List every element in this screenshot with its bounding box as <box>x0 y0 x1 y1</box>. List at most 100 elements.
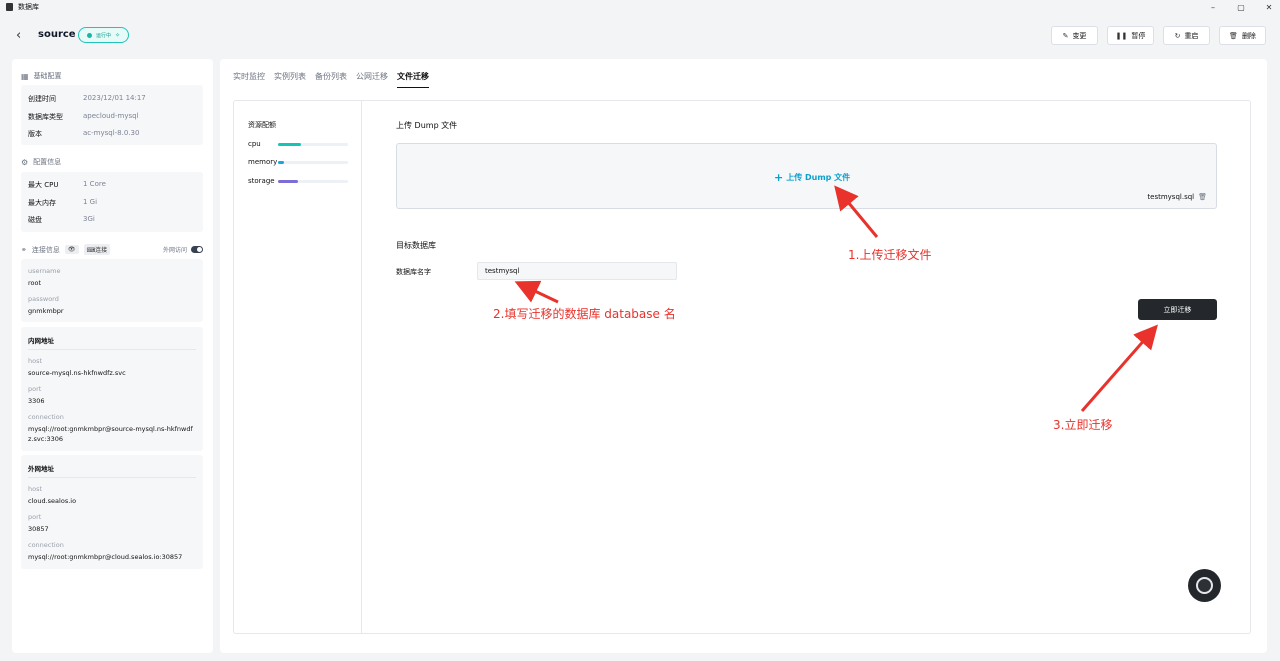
basic-config-label: 基础配置 <box>33 72 62 80</box>
connect-button[interactable]: ⌨连接 <box>83 244 111 255</box>
external-access-label: 外网访问 <box>162 247 187 254</box>
migrate-now-button[interactable]: 立即迁移 <box>1138 299 1217 320</box>
maximize-icon[interactable]: ▢ <box>1236 3 1246 12</box>
window-controls: – ▢ ✕ <box>1208 0 1274 14</box>
sparkle-icon: ✧ <box>115 31 121 39</box>
upload-dropzone[interactable]: + 上传 Dump 文件 testmysql.sql 🗑 <box>396 143 1217 209</box>
divider <box>28 349 196 350</box>
info-row: 最大内存 1 Gi <box>28 198 97 208</box>
resource-row-cpu: cpu <box>248 139 352 149</box>
resource-bar <box>278 160 348 164</box>
edit-icon: ✎ <box>1062 31 1069 40</box>
database-icon <box>6 3 13 11</box>
database-name-label: 数据库名字 <box>396 268 431 276</box>
tab-realtime-monitor[interactable]: 实时监控 <box>233 71 265 88</box>
internal-address-title: 内网地址 <box>28 337 54 345</box>
info-value: ac-mysql-8.0.30 <box>83 129 140 137</box>
gear-icon: ⚙ <box>21 157 29 167</box>
tab-file-migration[interactable]: 文件迁移 <box>397 71 429 88</box>
main-panel: 实时监控 实例列表 备份列表 公网迁移 文件迁移 资源配额 cpu memory… <box>220 59 1267 653</box>
info-key: 版本 <box>28 130 42 138</box>
delete-file-icon[interactable]: 🗑 <box>1198 193 1207 201</box>
info-row: 创建时间 2023/12/01 14:17 <box>28 94 146 104</box>
annotation-step1: 1.上传迁移文件 <box>848 248 932 262</box>
update-button[interactable]: ✎ 变更 <box>1051 26 1098 45</box>
delete-button-label: 删除 <box>1241 31 1256 40</box>
cred-value: 3306 <box>28 397 45 405</box>
info-value: 2023/12/01 14:17 <box>83 94 146 102</box>
action-bar: ✎ 变更 ❚❚ 暂停 ↻ 重启 🗑 删除 <box>1051 26 1266 45</box>
info-key: 数据库类型 <box>28 113 63 121</box>
resource-label: cpu <box>248 140 261 148</box>
info-value: 1 Gi <box>83 198 98 206</box>
config-info-box: 最大 CPU 1 Core 最大内存 1 Gi 磁盘 3Gi <box>21 172 203 232</box>
resource-bar-fill <box>278 160 284 164</box>
pause-icon: ❚❚ <box>1115 31 1128 40</box>
cred-value: root <box>28 279 42 287</box>
cred-key: connection <box>28 413 64 421</box>
pause-button[interactable]: ❚❚ 暂停 <box>1107 26 1154 45</box>
resource-bar <box>278 179 348 183</box>
target-database-title: 目标数据库 <box>396 241 436 250</box>
resource-bar <box>278 142 348 146</box>
cred-key: password <box>28 295 59 303</box>
credentials-box: username root password gnmkmbpr <box>21 259 203 322</box>
tab-instance-list[interactable]: 实例列表 <box>274 71 306 88</box>
external-access-toggle[interactable] <box>191 246 203 253</box>
resource-quota-title: 资源配额 <box>248 121 276 129</box>
uploaded-file: testmysql.sql 🗑 <box>1147 193 1207 201</box>
trash-icon: 🗑 <box>1229 31 1238 40</box>
config-info-title: ⚙ 配置信息 <box>21 157 61 167</box>
database-name-input[interactable] <box>477 262 677 280</box>
info-value: apecloud-mysql <box>83 112 139 120</box>
cred-key: username <box>28 267 61 275</box>
resource-row-storage: storage <box>248 176 352 186</box>
restart-icon: ↻ <box>1174 31 1181 40</box>
file-migration-panel: 资源配额 cpu memory storage 上传 Dump 文件 + 上传 … <box>233 100 1251 634</box>
grid-icon: ▦ <box>21 71 29 81</box>
upload-dump-link-label: 上传 Dump 文件 <box>786 173 851 182</box>
resource-row-memory: memory <box>248 157 352 167</box>
info-row: 版本 ac-mysql-8.0.30 <box>28 129 139 139</box>
resource-quota: 资源配额 cpu memory storage <box>234 101 362 633</box>
annotation-step2: 2.填写迁移的数据库 database 名 <box>493 307 676 321</box>
restart-button[interactable]: ↻ 重启 <box>1163 26 1210 45</box>
window-titlebar: 数据库 – ▢ ✕ <box>0 0 1280 14</box>
update-button-label: 变更 <box>1072 31 1087 40</box>
external-address-title: 外网地址 <box>28 465 54 473</box>
info-value: 3Gi <box>83 215 95 223</box>
link-icon: ⚭ <box>21 245 27 254</box>
eye-icon[interactable]: 👁 <box>64 245 79 254</box>
basic-config-title: ▦ 基础配置 <box>21 71 62 81</box>
basic-config-box: 创建时间 2023/12/01 14:17 数据库类型 apecloud-mysql… <box>21 85 203 145</box>
close-icon[interactable]: ✕ <box>1264 3 1274 12</box>
info-value: 1 Core <box>83 180 106 188</box>
back-icon[interactable]: ‹ <box>16 28 21 43</box>
cred-key: port <box>28 385 42 393</box>
cred-value: gnmkmbpr <box>28 307 64 315</box>
cred-value: source-mysql.ns-hkfnwdfz.svc <box>28 369 126 377</box>
upload-dump-title: 上传 Dump 文件 <box>396 121 458 130</box>
plus-icon: + <box>774 171 784 184</box>
tab-public-migration[interactable]: 公网迁移 <box>356 71 388 88</box>
resource-bar-fill <box>278 179 299 183</box>
page-header: ‹ source 运行中 ✧ ✎ 变更 ❚❚ 暂停 ↻ 重启 🗑 删除 <box>0 14 1280 58</box>
connection-toolbar: ⚭ 连接信息 👁 ⌨连接 外网访问 <box>21 244 203 255</box>
info-key: 磁盘 <box>28 216 42 224</box>
upload-dump-link[interactable]: + 上传 Dump 文件 <box>774 171 850 184</box>
tab-backup-list[interactable]: 备份列表 <box>315 71 347 88</box>
cred-key: port <box>28 513 42 521</box>
floating-assistant-button[interactable] <box>1188 569 1221 602</box>
minimize-icon[interactable]: – <box>1208 3 1218 12</box>
toggle-knob <box>197 247 202 252</box>
external-address-box: 外网地址 host cloud.sealos.io port 30857 conne… <box>21 455 203 569</box>
terminal-icon: ⌨ <box>86 247 96 254</box>
cred-value: mysql://root:gnmkmbpr@source-mysql.ns-hk… <box>28 425 193 443</box>
cred-value: 30857 <box>28 525 49 533</box>
delete-button[interactable]: 🗑 删除 <box>1219 26 1266 45</box>
assistant-icon <box>1196 577 1213 594</box>
resource-bar-fill <box>278 142 302 146</box>
divider <box>28 477 196 478</box>
external-access-toggle-area: 外网访问 <box>163 245 203 254</box>
restart-button-label: 重启 <box>1184 31 1199 40</box>
